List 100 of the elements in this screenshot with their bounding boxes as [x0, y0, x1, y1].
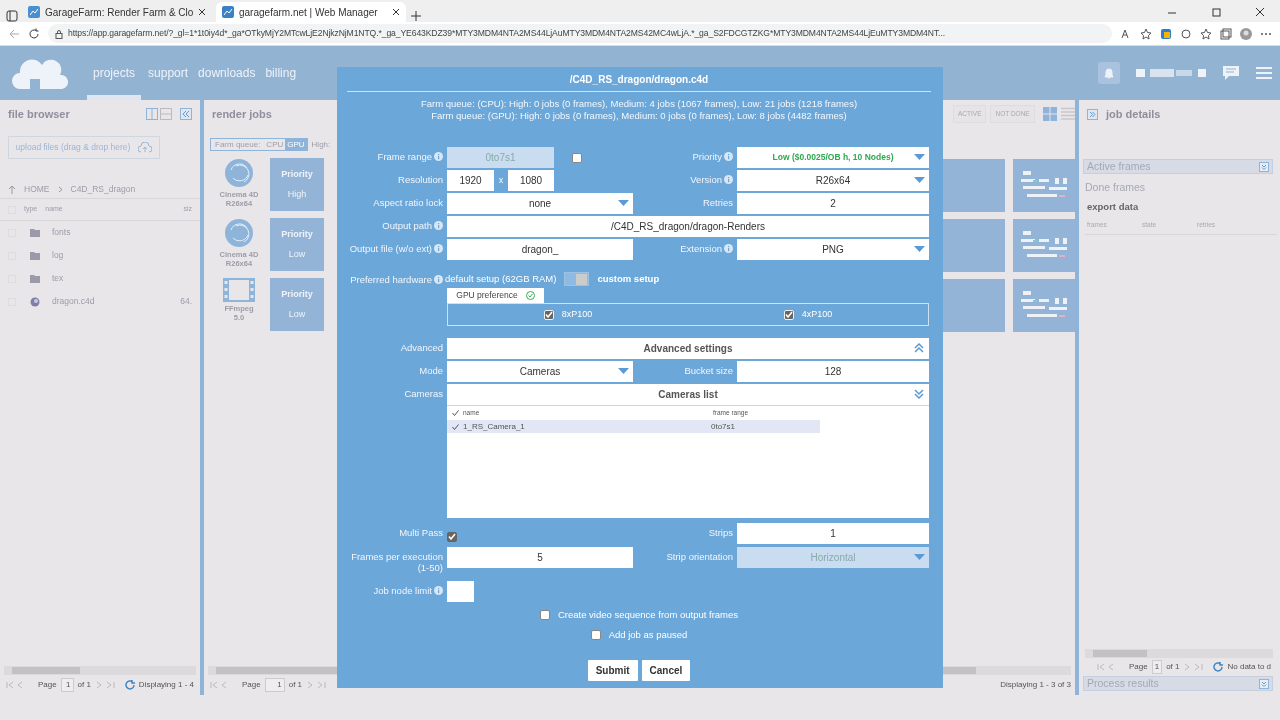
dialog-button[interactable]: Cancel [641, 660, 691, 682]
text-field[interactable]: dragon_ [447, 239, 633, 260]
dropdown[interactable]: R26x64 [737, 170, 929, 191]
checkbox[interactable] [447, 531, 457, 542]
film-icon [223, 278, 255, 302]
file-name[interactable]: fonts [52, 226, 71, 239]
text-field[interactable] [447, 580, 474, 602]
browser-tab[interactable]: GarageFarm: Render Farm & Clo [22, 2, 212, 22]
notifications-button[interactable] [1098, 62, 1120, 84]
menu-icon[interactable] [1256, 67, 1272, 79]
queue-option[interactable]: CPU [264, 138, 286, 151]
up-arrow-icon[interactable] [8, 185, 16, 194]
breadcrumb-link[interactable]: C4D_RS_dragon [70, 183, 136, 196]
info-icon[interactable] [724, 175, 733, 184]
job-card[interactable] [1012, 159, 1075, 212]
info-icon[interactable] [434, 152, 443, 161]
nav-link[interactable]: support [145, 46, 192, 100]
info-icon[interactable] [434, 244, 443, 253]
priority-tile[interactable]: Priority Low [270, 218, 324, 271]
file-name[interactable]: tex [52, 272, 64, 285]
dropdown[interactable]: none [447, 193, 633, 214]
info-icon[interactable] [724, 244, 733, 253]
text-field[interactable]: 128 [737, 361, 929, 383]
dialog-button[interactable]: Submit [587, 660, 638, 682]
file-name[interactable]: log [52, 249, 64, 262]
reload-icon[interactable] [28, 27, 40, 40]
info-icon[interactable] [434, 275, 443, 284]
chevron-icon [1259, 161, 1269, 172]
refresh-icon[interactable] [1213, 662, 1224, 672]
text-field[interactable]: 1080 [508, 170, 554, 191]
toggle-switch[interactable] [564, 272, 590, 287]
panel-title: job details [1106, 106, 1161, 122]
file-size: 64. [180, 295, 192, 308]
chat-icon[interactable] [1222, 65, 1240, 81]
field-label: Frames per execution (1-50) [351, 550, 443, 573]
option-label[interactable]: Add job as paused [608, 628, 688, 643]
refresh-icon[interactable] [124, 680, 135, 690]
page-number-field[interactable]: 1 [1151, 660, 1163, 674]
section-header[interactable]: Cameras list [447, 384, 929, 406]
tab[interactable]: GPU preference [447, 288, 544, 304]
text-field[interactable]: 1 [737, 523, 929, 545]
close-icon[interactable] [198, 8, 206, 16]
option-label[interactable]: 4xP100 [801, 308, 833, 322]
dropdown[interactable]: Cameras [447, 361, 633, 383]
checkbox[interactable] [539, 609, 550, 620]
grid-view-icon[interactable] [1042, 107, 1057, 121]
info-icon[interactable] [434, 221, 443, 230]
option-label[interactable]: 8xP100 [561, 308, 593, 322]
list-view-icon[interactable] [1060, 107, 1075, 121]
page-number-field[interactable]: 1 [264, 678, 285, 692]
info-icon[interactable] [434, 585, 443, 595]
text-field[interactable]: /C4D_RS_dragon/dragon-Renders [447, 216, 929, 237]
field-label: Multi Pass [399, 527, 443, 539]
option-label[interactable]: Create video sequence from output frames [557, 607, 739, 622]
favorites-icon[interactable] [1200, 27, 1212, 40]
checkbox[interactable] [590, 630, 601, 641]
file-name[interactable]: dragon.c4d [52, 295, 95, 308]
info-icon[interactable] [724, 152, 733, 161]
folder-icon [30, 228, 40, 237]
text-field[interactable]: 2 [737, 193, 929, 214]
expand-icon[interactable] [1087, 108, 1098, 120]
dropdown[interactable]: PNG [737, 239, 929, 260]
section-heading[interactable]: Done frames [1079, 180, 1277, 196]
upload-button[interactable]: upload files (drag & drop here) [8, 136, 160, 159]
nav-link[interactable]: billing [262, 46, 300, 100]
profile-icon[interactable] [1240, 27, 1252, 40]
priority-tile[interactable]: Priority Low [270, 278, 324, 331]
close-icon[interactable] [392, 8, 400, 16]
new-tab-icon[interactable] [410, 10, 422, 22]
extension-icon[interactable] [1160, 27, 1172, 40]
tab-actions-icon[interactable] [6, 10, 18, 22]
breadcrumb-link[interactable]: HOME [24, 183, 50, 196]
dropdown[interactable]: Low ($0.0025/OB h, 10 Nodes) [737, 147, 929, 168]
section-header[interactable]: Advanced settings [447, 338, 929, 360]
back-icon[interactable] [8, 27, 20, 40]
close-icon[interactable] [1255, 7, 1265, 17]
scrollbar[interactable] [1085, 649, 1273, 658]
check-icon[interactable] [452, 423, 459, 430]
job-card[interactable] [1012, 219, 1075, 272]
restore-icon[interactable] [1211, 7, 1221, 17]
job-card[interactable] [1012, 279, 1075, 332]
collapse-icon[interactable] [180, 108, 192, 120]
pager-info: No data to d [1227, 661, 1272, 673]
layout-icon[interactable] [146, 108, 172, 120]
separator: x [497, 173, 505, 187]
text-field[interactable]: 1920 [447, 170, 494, 191]
priority-tile[interactable]: Priority High [270, 158, 324, 211]
collections-icon[interactable] [1220, 27, 1232, 40]
sphere-app-icon [224, 218, 254, 248]
scrollbar[interactable] [4, 666, 196, 675]
text-field[interactable]: 5 [447, 546, 633, 568]
favorite-icon[interactable] [1140, 27, 1152, 40]
table-row[interactable]: 1_RS_Camera_1 0to7s1 [447, 420, 820, 434]
queue-option[interactable]: GPU [285, 138, 307, 151]
page-number-field[interactable]: 1 [60, 678, 74, 692]
field-label: Extension [680, 243, 722, 254]
check-icon [784, 311, 793, 319]
page-count: of 1 [77, 679, 91, 691]
browser-tab[interactable]: garagefarm.net | Web Manager [216, 2, 406, 22]
nav-link[interactable]: downloads [195, 46, 259, 100]
